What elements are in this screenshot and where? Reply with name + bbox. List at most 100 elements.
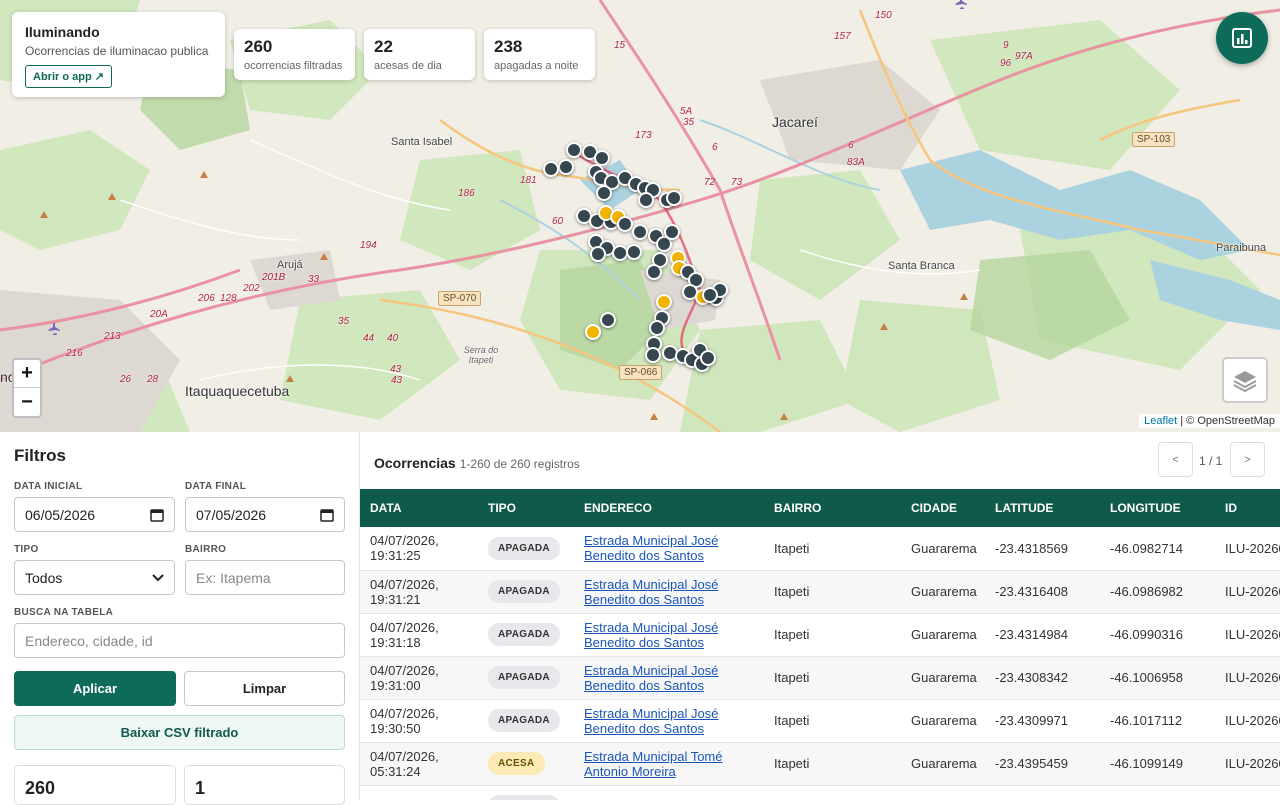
cell-tipo: ACESA xyxy=(478,742,574,785)
prev-page-button[interactable]: < xyxy=(1158,442,1193,477)
marker-apagada[interactable] xyxy=(626,244,642,260)
cell-data: 04/07/2026, 19:31:18 xyxy=(370,619,439,650)
table-row[interactable]: 04/07/2026, 19:31:21 APAGADA Estrada Munic… xyxy=(360,570,1280,613)
col-header-endereco[interactable]: ENDERECO xyxy=(574,489,764,527)
col-header-data[interactable]: DATA xyxy=(360,489,478,527)
route-number: 43 xyxy=(391,375,403,386)
marker-apagada[interactable] xyxy=(666,190,682,206)
cell-tipo: APAGADA xyxy=(478,570,574,613)
col-header-longitude[interactable]: LONGITUDE xyxy=(1100,489,1215,527)
cell-bairro: Itapeti xyxy=(774,540,810,556)
open-app-button[interactable]: Abrir o app ↗ xyxy=(25,65,112,88)
apply-button[interactable]: Aplicar xyxy=(14,671,176,706)
route-number: 201B xyxy=(262,272,286,283)
road-shield-sp070: SP-070 xyxy=(438,291,482,306)
address-link[interactable]: Estrada Municipal José Benedito dos Sant… xyxy=(584,706,718,736)
cell-data: 04/07/2026, 19:31:25 xyxy=(370,533,439,564)
table-row[interactable]: 04/07/2026, 19:30:50 APAGADA Estrada Munic… xyxy=(360,699,1280,742)
address-link[interactable]: Estrada Municipal José Benedito dos Sant… xyxy=(584,577,718,607)
marker-apagada[interactable] xyxy=(645,347,661,363)
route-number: 15 xyxy=(614,40,626,51)
clear-button[interactable]: Limpar xyxy=(184,671,345,706)
cell-endereco: Estrada Municipal José Benedito dos Sant… xyxy=(574,656,764,699)
cell-endereco: Estrada Municipal José Benedito dos Sant… xyxy=(574,570,764,613)
map[interactable]: Jacareí Santa Isabel Arujá Itaquaquecetu… xyxy=(0,0,1280,432)
address-link[interactable]: Estrada Municipal Tomé Antonio Moreira xyxy=(584,749,723,779)
place-aruja: Arujá xyxy=(277,259,303,271)
data-final-label: DATA FINAL xyxy=(185,481,247,492)
marker-apagada[interactable] xyxy=(664,224,680,240)
attribution-text: | © OpenStreetMap xyxy=(1177,415,1275,427)
address-link[interactable]: Estrada Municipal José Benedito dos Sant… xyxy=(584,533,718,563)
col-header-bairro[interactable]: BAIRRO xyxy=(764,489,901,527)
col-header-tipo[interactable]: TIPO xyxy=(478,489,574,527)
marker-apagada[interactable] xyxy=(600,312,616,328)
route-number: 181 xyxy=(520,175,537,186)
cell-endereco: Estrada Municipal José Benedito dos Sant… xyxy=(574,527,764,570)
route-number: 5A xyxy=(680,106,693,117)
marker-apagada[interactable] xyxy=(596,185,612,201)
cell-longitude: -46.1006958 xyxy=(1110,670,1184,685)
data-inicial-input[interactable]: 06/05/2026 xyxy=(14,497,175,532)
marker-apagada[interactable] xyxy=(632,224,648,240)
table-row[interactable]: 04/07/2026, 19:31:00 APAGADA Estrada Munic… xyxy=(360,656,1280,699)
marker-apagada[interactable] xyxy=(566,142,582,158)
route-number: 83A xyxy=(847,157,865,168)
cell-latitude: -23.4395459 xyxy=(995,756,1069,771)
table-row[interactable]: 03/07/2026, APAGADA xyxy=(360,785,1280,800)
road-shield-sp103: SP-103 xyxy=(1132,132,1176,147)
calendar-icon xyxy=(150,508,164,522)
stat-label: apagadas a noite xyxy=(494,60,579,72)
stat-value: 238 xyxy=(494,37,523,56)
marker-apagada[interactable] xyxy=(617,216,633,232)
layers-button[interactable] xyxy=(1222,357,1268,403)
table-row[interactable]: 04/07/2026, 05:31:24 ACESA Estrada Municip… xyxy=(360,742,1280,785)
stat-label: acesas de dia xyxy=(374,60,442,72)
marker-apagada[interactable] xyxy=(543,161,559,177)
route-number: 216 xyxy=(66,348,83,359)
marker-apagada[interactable] xyxy=(649,320,665,336)
cell-cidade: Guararema xyxy=(911,627,977,642)
busca-label: BUSCA NA TABELA xyxy=(14,607,114,618)
col-header-latitude[interactable]: LATITUDE xyxy=(985,489,1100,527)
table-row[interactable]: 04/07/2026, 19:31:25 APAGADA Estrada Munic… xyxy=(360,527,1280,570)
stat-card-acesas: 22 acesas de dia xyxy=(364,29,475,80)
chart-button[interactable] xyxy=(1216,12,1268,64)
marker-acesa[interactable] xyxy=(656,294,672,310)
marker-apagada[interactable] xyxy=(702,287,718,303)
data-final-input[interactable]: 07/05/2026 xyxy=(185,497,345,532)
marker-apagada[interactable] xyxy=(638,192,654,208)
download-csv-button[interactable]: Baixar CSV filtrado xyxy=(14,715,345,750)
place-santa-branca: Santa Branca xyxy=(888,260,955,272)
table-row[interactable]: 04/07/2026, 19:31:18 APAGADA Estrada Munic… xyxy=(360,613,1280,656)
table-header-row: DATA TIPO ENDERECO BAIRRO CIDADE LATITUD… xyxy=(360,489,1280,527)
marker-apagada[interactable] xyxy=(558,159,574,175)
tipo-select[interactable]: Todos xyxy=(14,560,175,595)
address-link[interactable]: Estrada Municipal José Benedito dos Sant… xyxy=(584,620,718,650)
marker-apagada[interactable] xyxy=(700,350,716,366)
zoom-in-button[interactable]: + xyxy=(14,360,40,388)
cell-id: ILU-20260 xyxy=(1225,584,1280,599)
zoom-out-button[interactable]: − xyxy=(14,388,40,416)
marker-apagada[interactable] xyxy=(590,246,606,262)
col-header-id[interactable]: ID xyxy=(1215,489,1280,527)
bairro-input[interactable]: Ex: Itapema xyxy=(185,560,345,595)
cell-data: 04/07/2026, 05:31:24 xyxy=(370,748,439,779)
col-header-cidade[interactable]: CIDADE xyxy=(901,489,985,527)
address-link[interactable]: Estrada Municipal José Benedito dos Sant… xyxy=(584,663,718,693)
marker-apagada[interactable] xyxy=(646,264,662,280)
results-panel: Ocorrencias 1-260 de 260 registros < 1 / … xyxy=(360,432,1280,800)
busca-input[interactable]: Endereco, cidade, id xyxy=(14,623,345,658)
cell-tipo: APAGADA xyxy=(478,527,574,570)
route-number: 150 xyxy=(875,10,892,21)
route-number: 35 xyxy=(338,316,350,327)
stat-value: 260 xyxy=(244,37,273,56)
cell-data: 03/07/2026, xyxy=(360,785,478,800)
next-page-button[interactable]: > xyxy=(1230,442,1265,477)
leaflet-link[interactable]: Leaflet xyxy=(1144,415,1177,427)
cell-endereco: Estrada Municipal José Benedito dos Sant… xyxy=(574,613,764,656)
route-number: 44 xyxy=(363,333,375,344)
marker-acesa[interactable] xyxy=(585,324,601,340)
cell-bairro xyxy=(764,785,901,800)
route-number: 96 xyxy=(1000,58,1012,69)
